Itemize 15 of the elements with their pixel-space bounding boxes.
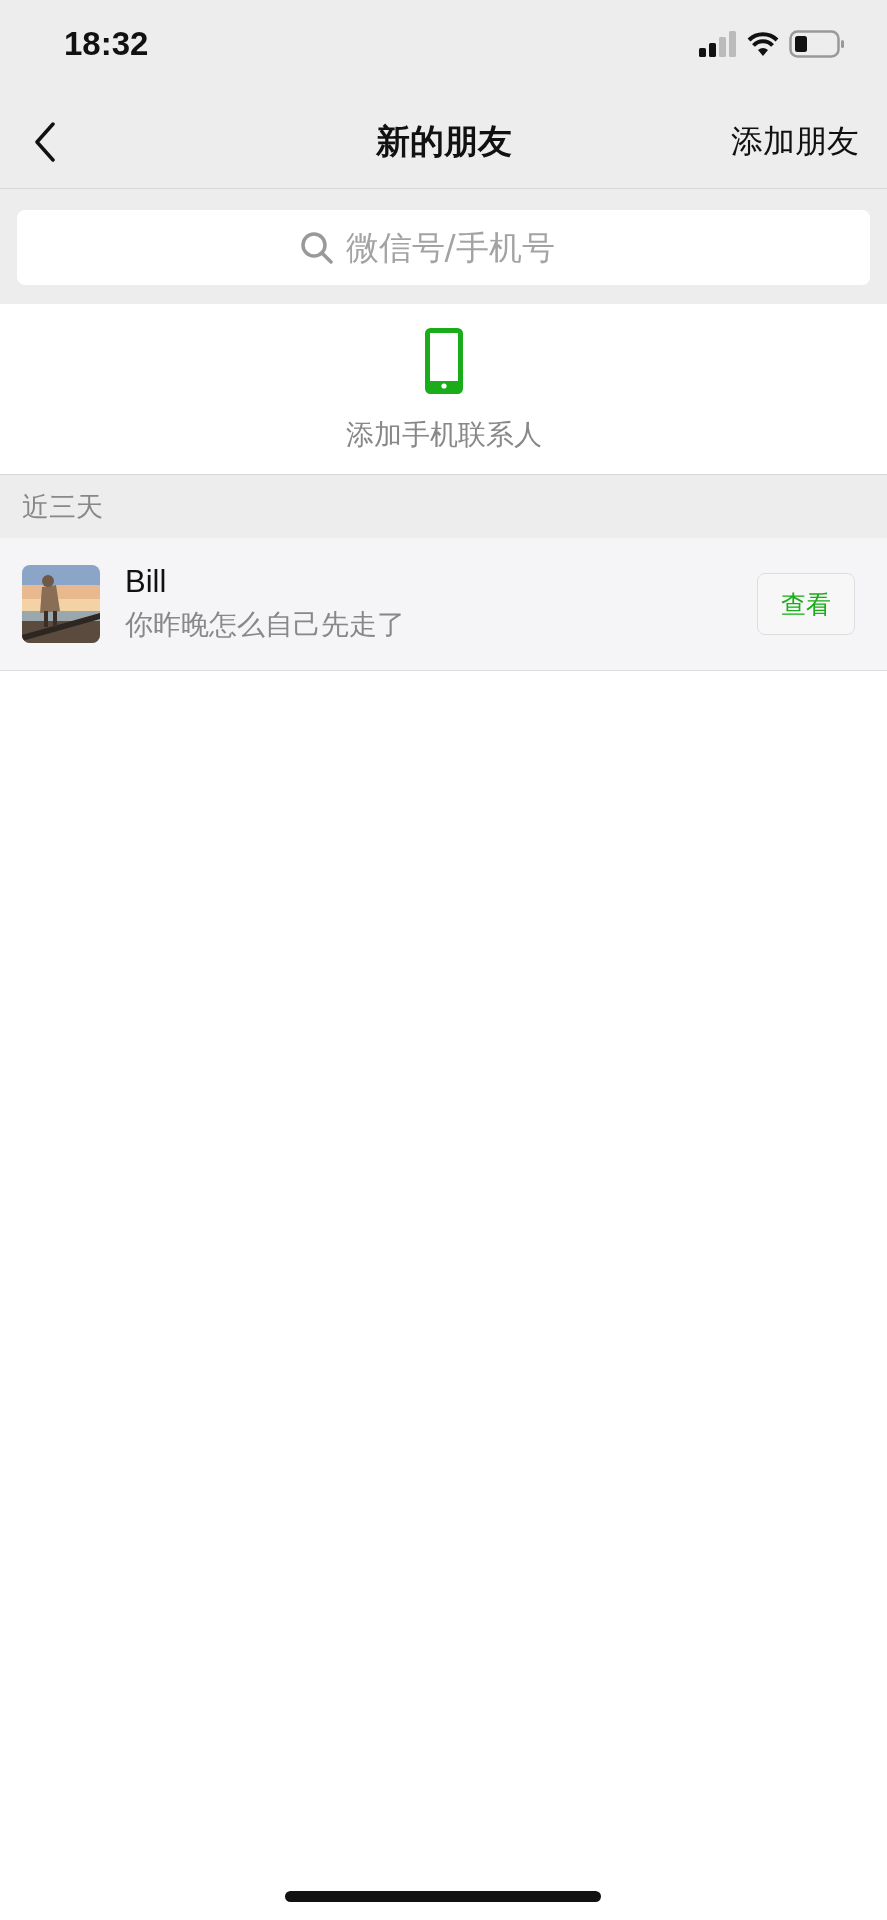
signal-icon — [699, 30, 737, 57]
wifi-icon — [747, 31, 779, 56]
add-friend-link[interactable]: 添加朋友 — [731, 119, 859, 164]
status-time: 18:32 — [64, 24, 149, 63]
back-icon[interactable] — [34, 121, 56, 162]
search-icon — [299, 230, 334, 265]
search-bar[interactable]: 微信号/手机号 — [17, 210, 870, 285]
battery-icon — [789, 29, 845, 58]
request-message: 你昨晚怎么自己先走了 — [125, 607, 406, 643]
section-header: 近三天 — [0, 475, 887, 538]
page-title: 新的朋友 — [375, 119, 512, 163]
friend-request-row[interactable]: Bill 你昨晚怎么自己先走了 查看 — [0, 538, 887, 671]
phone-icon — [424, 328, 463, 394]
contact-name: Bill — [125, 564, 168, 600]
search-field[interactable]: 微信号/手机号 — [343, 227, 588, 268]
